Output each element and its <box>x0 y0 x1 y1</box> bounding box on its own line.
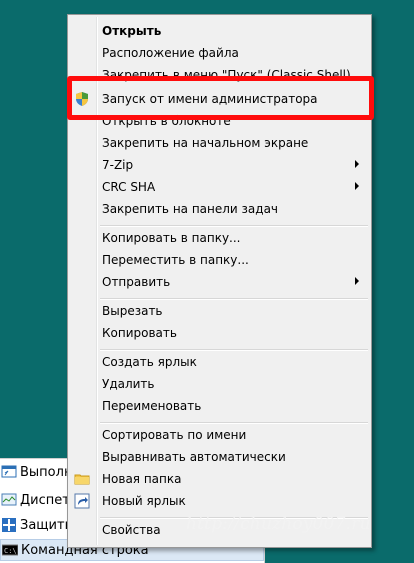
run-icon <box>1 464 17 480</box>
menu-item-pin-start-screen[interactable]: Закрепить на начальном экране <box>70 132 369 154</box>
shortcut-icon <box>74 493 90 509</box>
menu-item-pin-taskbar[interactable]: Закрепить на панели задач <box>70 198 369 220</box>
highlight-annotation <box>67 76 374 120</box>
menu-item-file-location[interactable]: Расположение файла <box>70 42 369 64</box>
menu-item-open[interactable]: Открыть <box>70 20 369 42</box>
watermark-url: http://chuzhoy007.ru <box>186 514 371 534</box>
menu-item-copy-to[interactable]: Копировать в папку... <box>70 227 369 249</box>
submenu-arrow-icon <box>355 277 359 285</box>
folder-icon <box>74 471 90 487</box>
menu-item-create-shortcut[interactable]: Создать ярлык <box>70 351 369 373</box>
menu-item-delete[interactable]: Удалить <box>70 373 369 395</box>
menu-item-cut[interactable]: Вырезать <box>70 300 369 322</box>
svg-text:C:\: C:\ <box>4 547 17 555</box>
submenu-arrow-icon <box>355 182 359 190</box>
menu-item-new-shortcut[interactable]: Новый ярлык <box>70 490 369 512</box>
menu-item-crc-sha[interactable]: CRC SHA <box>70 176 369 198</box>
defender-icon <box>1 517 17 533</box>
menu-item-new-folder[interactable]: Новая папка <box>70 468 369 490</box>
menu-item-sort-by-name[interactable]: Сортировать по имени <box>70 424 369 446</box>
submenu-arrow-icon <box>355 160 359 168</box>
menu-item-auto-arrange[interactable]: Выравнивать автоматически <box>70 446 369 468</box>
menu-item-copy[interactable]: Копировать <box>70 322 369 344</box>
task-manager-icon <box>1 492 17 508</box>
menu-item-7zip[interactable]: 7-Zip <box>70 154 369 176</box>
cmd-icon: C:\ <box>2 542 18 558</box>
menu-item-move-to[interactable]: Переместить в папку... <box>70 249 369 271</box>
menu-item-rename[interactable]: Переименовать <box>70 395 369 417</box>
menu-item-send-to[interactable]: Отправить <box>70 271 369 293</box>
